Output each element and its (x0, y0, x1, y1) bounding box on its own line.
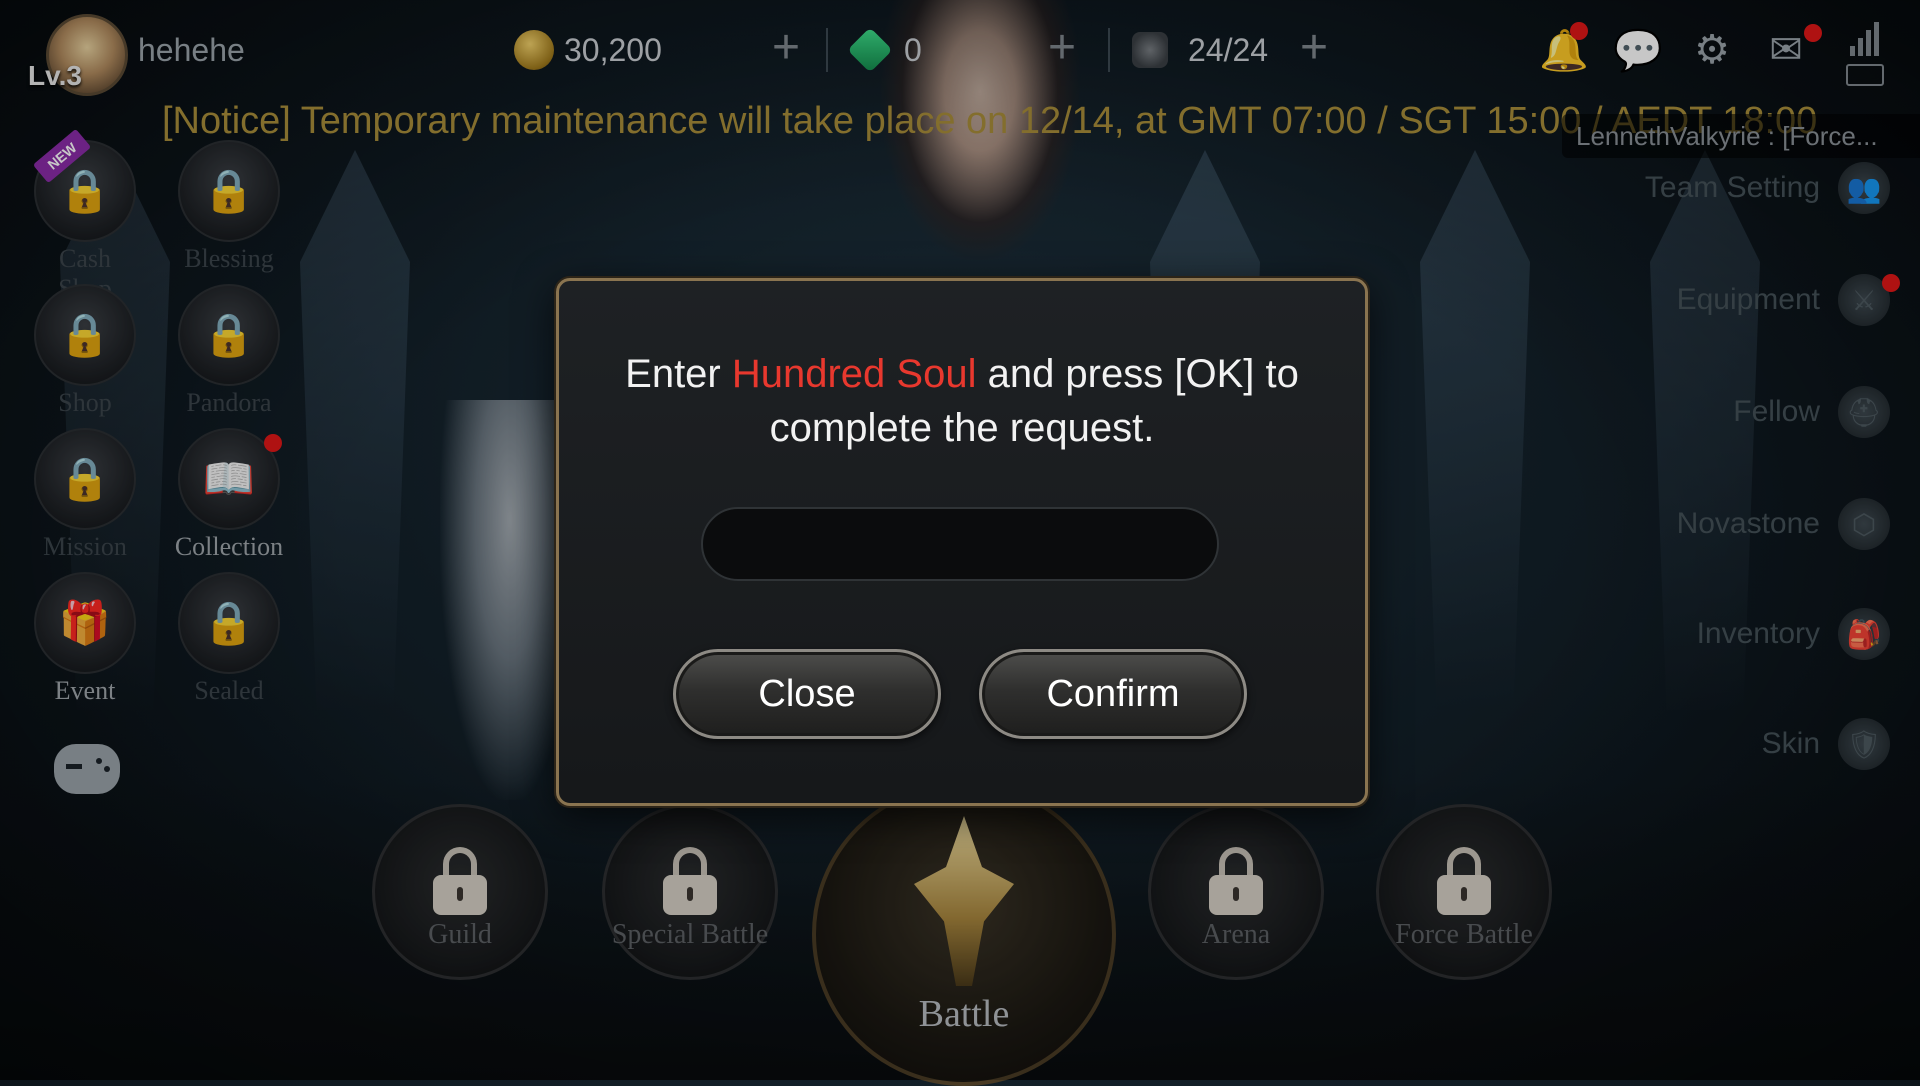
close-button[interactable]: Close (673, 649, 941, 739)
dialog-message: Enter Hundred Soul and press [OK] to com… (599, 347, 1325, 455)
confirm-button[interactable]: Confirm (979, 649, 1247, 739)
dialog-message-prefix: Enter (625, 352, 732, 396)
dialog-required-phrase: Hundred Soul (731, 352, 977, 396)
confirmation-dialog: Enter Hundred Soul and press [OK] to com… (556, 278, 1368, 806)
confirmation-text-input[interactable] (701, 507, 1219, 581)
